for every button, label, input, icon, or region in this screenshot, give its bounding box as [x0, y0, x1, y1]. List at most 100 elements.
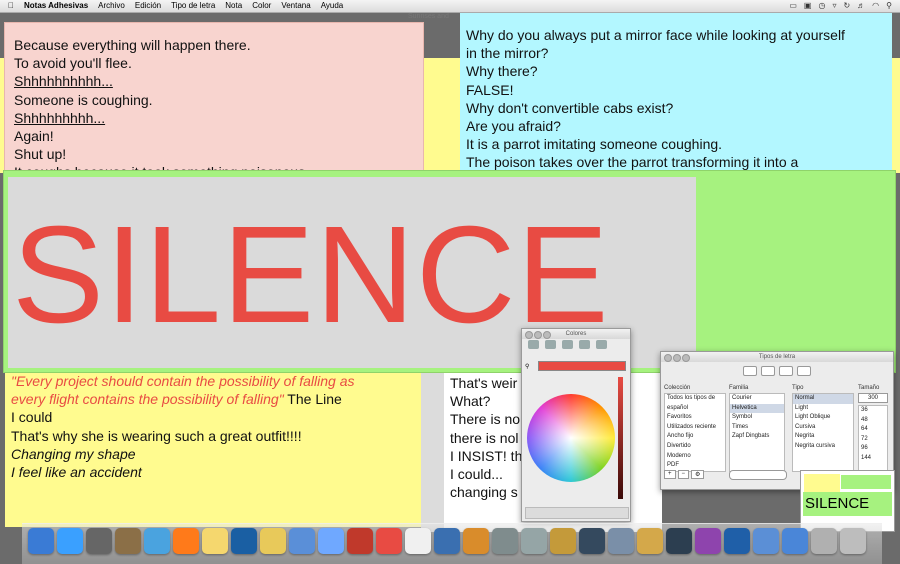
- menu-edicion[interactable]: Edición: [135, 0, 161, 12]
- firefox-icon[interactable]: [173, 528, 199, 554]
- screen-icon[interactable]: [724, 528, 750, 554]
- menu-tipo-de-letra[interactable]: Tipo de letra: [171, 0, 215, 12]
- app-store-icon[interactable]: [57, 528, 83, 554]
- finder-icon[interactable]: [28, 528, 54, 554]
- image-palettes-icon[interactable]: [579, 340, 590, 349]
- silence-sticky-note[interactable]: SILENCE: [3, 170, 896, 373]
- time-machine-icon[interactable]: ↻: [843, 0, 850, 12]
- family-item[interactable]: Courier: [730, 394, 784, 404]
- screen-mirror-icon[interactable]: ▭: [789, 0, 797, 12]
- menu-extra-icon[interactable]: ▣: [804, 0, 812, 12]
- color-wheel-icon[interactable]: [528, 340, 539, 349]
- font-search-input[interactable]: [729, 470, 787, 480]
- app-menu[interactable]: Notas Adhesivas: [24, 0, 88, 12]
- pencil-icon[interactable]: [550, 528, 576, 554]
- color-sliders-icon[interactable]: [545, 340, 556, 349]
- menu-color[interactable]: Color: [252, 0, 271, 12]
- remove-collection-button[interactable]: −: [677, 470, 690, 479]
- wifi-icon[interactable]: ◠: [872, 0, 879, 12]
- size-item[interactable]: 64: [859, 425, 887, 435]
- dashboard-icon[interactable]: [86, 528, 112, 554]
- size-input[interactable]: 300: [858, 393, 888, 403]
- zoom-button[interactable]: [543, 331, 551, 339]
- brightness-slider[interactable]: [618, 377, 623, 499]
- system-preferences-icon[interactable]: [521, 528, 547, 554]
- garageband-icon[interactable]: [463, 528, 489, 554]
- menu-nota[interactable]: Nota: [225, 0, 242, 12]
- family-item[interactable]: Times: [730, 423, 784, 433]
- color-palettes-icon[interactable]: [562, 340, 573, 349]
- menu-ayuda[interactable]: Ayuda: [321, 0, 344, 12]
- size-item[interactable]: 48: [859, 416, 887, 426]
- typeface-item[interactable]: Light Oblique: [793, 413, 853, 423]
- strikethrough-icon[interactable]: [761, 366, 775, 376]
- quicktime-icon[interactable]: [231, 528, 257, 554]
- apple-menu-icon[interactable]: : [8, 0, 14, 12]
- clock-icon[interactable]: ◷: [818, 0, 825, 12]
- preview-icon[interactable]: [608, 528, 634, 554]
- gear-icon[interactable]: ⚙: [691, 470, 705, 479]
- pink-sticky-note[interactable]: Because everything will happen there. To…: [4, 22, 424, 172]
- search-icon[interactable]: ⚲: [886, 0, 892, 12]
- itunes-icon[interactable]: [318, 528, 344, 554]
- underline-icon[interactable]: [743, 366, 757, 376]
- preview-icon[interactable]: [115, 528, 141, 554]
- typeface-item[interactable]: Negrita cursiva: [793, 442, 853, 452]
- photo-booth-icon[interactable]: [347, 528, 373, 554]
- zoom-button[interactable]: [682, 354, 690, 362]
- color-wheel[interactable]: [527, 394, 615, 482]
- bluetooth-icon[interactable]: ▿: [832, 0, 836, 12]
- family-item-selected[interactable]: Helvetica: [730, 403, 784, 414]
- typeface-item-selected[interactable]: Normal: [793, 394, 853, 404]
- iphoto-icon[interactable]: [289, 528, 315, 554]
- safari-icon[interactable]: [144, 528, 170, 554]
- itunes-icon[interactable]: [811, 528, 837, 554]
- minimize-button[interactable]: [673, 354, 681, 362]
- colors-panel-titlebar[interactable]: Colores: [522, 329, 630, 339]
- menu-archivo[interactable]: Archivo: [98, 0, 125, 12]
- folder-icon[interactable]: [753, 528, 779, 554]
- collection-item[interactable]: Moderno: [665, 452, 725, 462]
- size-item[interactable]: 72: [859, 435, 887, 445]
- document-color-icon[interactable]: [797, 366, 811, 376]
- typeface-item[interactable]: Light: [793, 404, 853, 414]
- downloads-icon[interactable]: [782, 528, 808, 554]
- family-item[interactable]: Symbol: [730, 413, 784, 423]
- crayons-icon[interactable]: [596, 340, 607, 349]
- menu-ventana[interactable]: Ventana: [281, 0, 310, 12]
- size-item[interactable]: 36: [859, 406, 887, 416]
- time-machine-icon[interactable]: [492, 528, 518, 554]
- color-swatches-row[interactable]: [525, 507, 629, 519]
- trash-icon[interactable]: [840, 528, 866, 554]
- camera-icon[interactable]: [579, 528, 605, 554]
- notes-icon[interactable]: [260, 528, 286, 554]
- stickies-icon[interactable]: [202, 528, 228, 554]
- yellow-sticky-note[interactable]: "Every project should contain the possib…: [5, 372, 421, 527]
- cyan-sticky-note[interactable]: Why do you always put a mirror face whil…: [460, 13, 892, 172]
- add-collection-button[interactable]: +: [664, 470, 676, 479]
- typeface-item[interactable]: Cursiva: [793, 423, 853, 433]
- fonts-panel-titlebar[interactable]: Tipos de letra: [661, 352, 893, 362]
- collection-item[interactable]: Ancho fijo: [665, 432, 725, 442]
- volume-icon[interactable]: ♬: [857, 0, 865, 12]
- collection-item[interactable]: Favoritos: [665, 413, 725, 423]
- typeface-item[interactable]: Negrita: [793, 432, 853, 442]
- size-item[interactable]: 144: [859, 454, 887, 464]
- imovie-icon[interactable]: [666, 528, 692, 554]
- close-button[interactable]: [664, 354, 672, 362]
- minimize-button[interactable]: [534, 331, 542, 339]
- textedit-icon[interactable]: [405, 528, 431, 554]
- calendar-icon[interactable]: [376, 528, 402, 554]
- current-color-swatch[interactable]: [538, 361, 626, 371]
- collection-item[interactable]: español: [665, 404, 725, 414]
- size-item[interactable]: 96: [859, 444, 887, 454]
- text-color-icon[interactable]: [779, 366, 793, 376]
- family-item[interactable]: Zapf Dingbats: [730, 432, 784, 442]
- iphoto-icon[interactable]: [695, 528, 721, 554]
- collection-item[interactable]: Utilizados reciente: [665, 423, 725, 433]
- xcode-icon[interactable]: [434, 528, 460, 554]
- collection-item[interactable]: Divertido: [665, 442, 725, 452]
- collection-item[interactable]: Todos los tipos de: [665, 394, 725, 404]
- photos-icon[interactable]: [637, 528, 663, 554]
- close-button[interactable]: [525, 331, 533, 339]
